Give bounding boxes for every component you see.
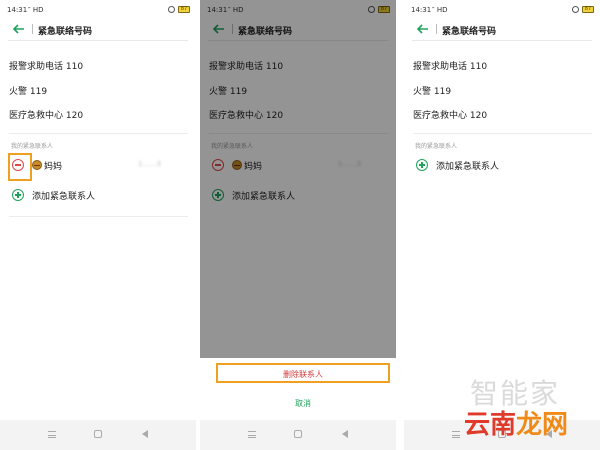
action-sheet: 删除联系人 取消 [200,358,396,420]
list-divider [9,216,188,217]
watermark-logo: 云南龙网 [464,404,568,441]
watermark-logo-part-a: 云南 [464,410,517,440]
status-bar: 14:31 ″ HD 87 [404,4,600,18]
fire-number-item[interactable]: 火警 119 [9,84,47,97]
signal-indicator: ″ HD [432,6,448,14]
page-title: 紧急联络号码 [38,27,93,37]
add-contact-label: 添加紧急联系人 [436,162,500,172]
add-contact-label: 添加紧急联系人 [32,192,96,202]
status-bar: 14:31 ″ HD 87 [0,4,196,18]
alarm-icon [572,6,579,13]
menu-icon[interactable] [248,431,256,438]
navigation-bar [0,420,196,450]
page-header: 紧急联络号码 [0,20,196,40]
add-contact-row[interactable]: 添加紧急联系人 [0,186,196,206]
screen-delete-confirm: 14:31 ″ HD 87 紧急联络号码 报警求助电话 110 火警 119 医… [200,0,396,450]
back-arrow-icon[interactable] [11,21,27,37]
status-time: 14:31 [7,6,28,14]
back-nav-icon[interactable] [342,430,348,438]
delete-contact-button[interactable]: 删除联系人 [216,363,390,383]
alarm-icon [168,6,175,13]
watermark-logo-part-b: 龙网 [516,410,569,440]
contact-name: 妈妈 [44,162,63,172]
menu-icon[interactable] [48,431,56,438]
status-time: 14:31 [411,6,432,14]
header-divider [8,40,188,41]
battery-icon: 87 [582,6,594,13]
cancel-button[interactable]: 取消 [216,394,390,414]
home-icon[interactable] [94,430,102,438]
header-separator [436,24,437,34]
police-number-item[interactable]: 报警求助电话 110 [413,59,487,72]
ambulance-number-item[interactable]: 医疗急救中心 120 [413,108,487,121]
contacts-section-label: 我的紧急联系人 [415,143,458,150]
back-nav-icon[interactable] [142,430,148,438]
home-icon[interactable] [294,430,302,438]
ambulance-number-item[interactable]: 医疗急救中心 120 [9,108,83,121]
contact-phone: 1……3 [138,160,161,168]
contacts-section-label: 我的紧急联系人 [11,143,54,150]
menu-icon[interactable] [452,431,460,438]
back-arrow-icon[interactable] [415,21,431,37]
police-number-item[interactable]: 报警求助电话 110 [9,59,83,72]
add-circle-icon [12,189,24,201]
section-divider [413,133,592,134]
header-separator [32,24,33,34]
add-contact-row[interactable]: 添加紧急联系人 [404,156,600,176]
remove-highlight-box [8,153,32,181]
add-circle-icon [416,159,428,171]
section-divider [9,133,188,134]
battery-icon: 87 [178,6,190,13]
page-header: 紧急联络号码 [404,20,600,40]
avatar [32,160,42,170]
navigation-bar [200,420,396,450]
signal-indicator: ″ HD [28,6,44,14]
header-divider [412,40,592,41]
page-title: 紧急联络号码 [442,27,497,37]
screen-edit-mode: 14:31 ″ HD 87 紧急联络号码 报警求助电话 110 火警 119 医… [0,0,196,450]
modal-overlay[interactable] [200,0,396,358]
fire-number-item[interactable]: 火警 119 [413,84,451,97]
